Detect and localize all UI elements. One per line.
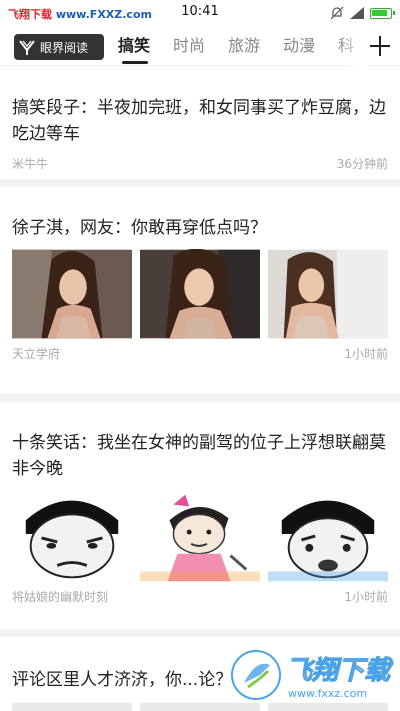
tab-anime[interactable]: 动漫 [283,28,338,66]
article-images [12,703,388,711]
thumbnail-image[interactable] [140,703,260,711]
article-meta: 天立学府 1小时前 [12,345,388,362]
article-time: 1小时前 [344,347,388,361]
status-bar: 飞翔下载 www.FXXZ.com 10:41 [0,0,400,28]
article-meta: 将姑娘的幽默时刻 1小时前 [12,588,388,605]
article-card[interactable]: 十条笑话：我坐在女神的副驾的位子上浮想联翩莫非今晚 将姑娘的幽默时刻 1小时前 [0,402,400,637]
article-title[interactable]: 徐子淇，网友：你敢再穿低点吗？ [12,215,388,241]
thumbnail-image[interactable] [12,703,132,711]
article-card[interactable]: 徐子淇，网友：你敢再穿低点吗？ 天立学府 1小时前 [0,187,400,402]
channel-nav: 眼界阅读 搞笑 时尚 旅游 动漫 科 [0,28,400,66]
article-images [12,249,388,339]
meme-image[interactable] [140,490,260,582]
watermark-bottom: 飞翔下载 www.fxxz.com [230,649,391,701]
article-source: 米牛牛 [12,157,49,171]
article-time: 36分钟前 [336,157,388,171]
thumbnail-image[interactable] [12,249,132,339]
watermark-url: www.fxxz.com [285,687,390,700]
divider [0,179,400,187]
logo-mark-icon [19,40,35,55]
meme-image[interactable] [268,490,388,582]
thumbnail-image[interactable] [140,249,260,339]
article-title[interactable]: 十条笑话：我坐在女神的副驾的位子上浮想联翩莫非今晚 [12,430,388,482]
article-source: 将姑娘的幽默时刻 [12,590,109,604]
tab-fashion[interactable]: 时尚 [173,28,228,66]
article-title[interactable]: 搞笑段子：半夜加完班，和女同事买了炸豆腐，边吃边等车 [12,95,388,147]
watermark-title: 飞翔下载 [285,656,390,687]
thumbnail-image[interactable] [268,703,388,711]
alarm-off-icon [330,6,344,20]
watermark-text: 飞翔下载 www.fxxz.com [285,650,391,700]
app-logo[interactable]: 眼界阅读 [14,34,104,60]
divider [0,394,400,402]
article-meta: 米牛牛 36分钟前 [12,155,388,172]
logo-text: 眼界阅读 [40,40,89,55]
article-images [12,490,388,582]
news-feed: 搞笑段子：半夜加完班，和女同事买了炸豆腐，边吃边等车 米牛牛 36分钟前 徐子淇… [0,67,400,711]
watermark-logo-icon [230,650,281,700]
battery-icon [370,7,395,19]
signal-icon [350,7,364,19]
add-channel-icon[interactable] [368,34,392,58]
meme-image[interactable] [12,490,132,582]
article-card[interactable]: 搞笑段子：半夜加完班，和女同事买了炸豆腐，边吃边等车 米牛牛 36分钟前 [0,67,400,187]
thumbnail-image[interactable] [268,249,388,339]
divider [0,629,400,637]
tabs-fade [338,28,368,66]
article-source: 天立学府 [12,347,61,361]
tab-travel[interactable]: 旅游 [228,28,283,66]
article-time: 1小时前 [344,590,388,604]
tab-funny[interactable]: 搞笑 [118,28,173,66]
status-icons [330,6,395,20]
